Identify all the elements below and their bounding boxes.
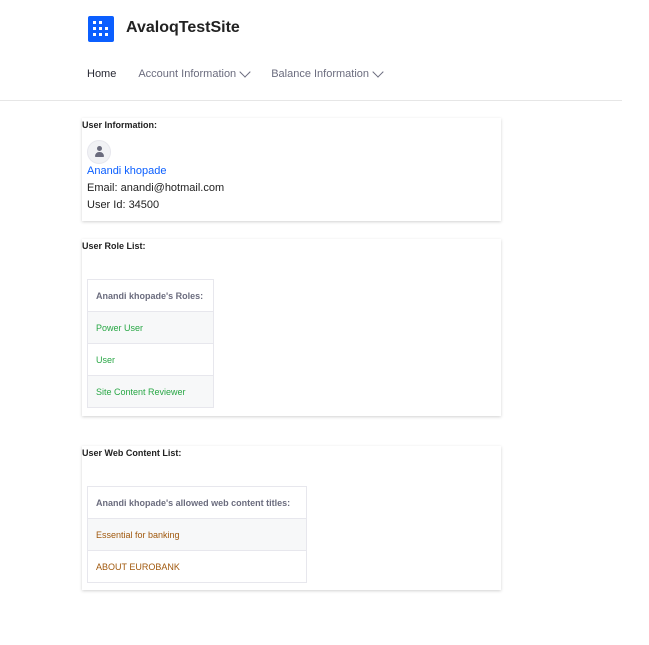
nav-home-label: Home (87, 68, 117, 80)
avatar-user-icon (87, 140, 111, 164)
card-title: User Information: (82, 120, 158, 130)
role-item: User (87, 343, 214, 376)
user-web-content-card: User Web Content List: Anandi khopade's … (82, 446, 501, 590)
nav-balance-label: Balance Information (271, 68, 370, 80)
nav-balance-information[interactable]: Balance Information (271, 66, 384, 80)
nav-account-label: Account Information (138, 68, 237, 80)
card-title: User Web Content List: (82, 448, 182, 458)
site-name[interactable]: AvaloqTestSite (126, 19, 240, 37)
web-content-item[interactable]: Essential for banking (87, 518, 307, 551)
user-id: User Id: 34500 (87, 199, 160, 211)
site-header: AvaloqTestSite Home Account Information … (0, 0, 622, 101)
web-content-table: Anandi khopade's allowed web content tit… (87, 486, 307, 583)
user-role-list-card: User Role List: Anandi khopade's Roles: … (82, 239, 501, 416)
card-title: User Role List: (82, 241, 146, 251)
user-information-card: User Information: Anandi khopade Email: … (82, 118, 501, 221)
web-content-item[interactable]: ABOUT EUROBANK (87, 550, 307, 583)
site-logo-icon[interactable] (88, 16, 114, 42)
chevron-down-icon (239, 66, 251, 78)
nav-account-information[interactable]: Account Information (138, 66, 251, 80)
nav-home[interactable]: Home (87, 68, 116, 80)
role-item: Site Content Reviewer (87, 375, 214, 408)
role-item: Power User (87, 311, 214, 344)
user-name-link[interactable]: Anandi khopade (87, 165, 167, 177)
web-content-table-header: Anandi khopade's allowed web content tit… (87, 486, 307, 519)
user-email: Email: anandi@hotmail.com (87, 182, 225, 194)
roles-table-header: Anandi khopade's Roles: (87, 279, 214, 312)
chevron-down-icon (372, 66, 384, 78)
main-nav: Home Account Information Balance Informa… (87, 66, 404, 80)
roles-table: Anandi khopade's Roles: Power User User … (87, 279, 214, 408)
